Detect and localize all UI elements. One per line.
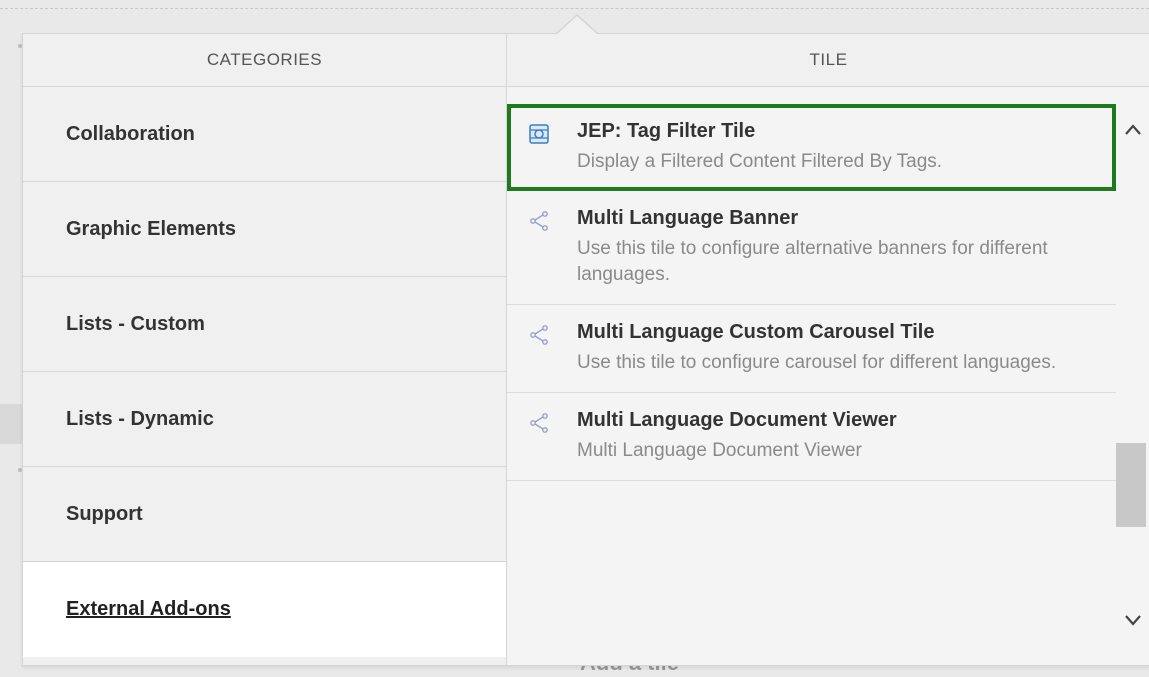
tile-header: TILE [507, 34, 1149, 87]
category-graphic-elements[interactable]: Graphic Elements [23, 182, 506, 277]
tile-item-multi-language-custom-carousel[interactable]: Multi Language Custom Carousel Tile Use … [507, 305, 1116, 393]
category-support[interactable]: Support [23, 467, 506, 562]
category-list: Collaboration Graphic Elements Lists - C… [23, 87, 507, 665]
dashed-guide [0, 8, 1149, 9]
tag-filter-icon [529, 124, 549, 144]
background-panel-edge [0, 404, 22, 444]
category-lists-dynamic[interactable]: Lists - Dynamic [23, 372, 506, 467]
tile-title: Multi Language Document Viewer [577, 409, 897, 431]
tile-list: JEP: Tag Filter Tile Display a Filtered … [507, 104, 1116, 481]
tile-list-panel: JEP: Tag Filter Tile Display a Filtered … [507, 87, 1149, 665]
share-icon [530, 325, 548, 345]
tile-title: Multi Language Custom Carousel Tile [577, 321, 935, 343]
chevron-up-icon[interactable] [1122, 119, 1144, 141]
popover-caret-inner [557, 16, 597, 34]
tile-description: Use this tile to configure carousel for … [577, 352, 1057, 373]
tile-title: Multi Language Banner [577, 207, 799, 229]
category-external-add-ons[interactable]: External Add-ons [23, 562, 506, 657]
tile-description: Display a Filtered Content Filtered By T… [577, 151, 943, 172]
share-icon [530, 211, 548, 231]
tile-item-jep-tag-filter[interactable]: JEP: Tag Filter Tile Display a Filtered … [507, 104, 1116, 191]
tile-scrollbar[interactable] [1116, 87, 1149, 665]
tile-item-multi-language-banner[interactable]: Multi Language Banner Use this tile to c… [507, 191, 1116, 305]
category-collaboration[interactable]: Collaboration [23, 87, 506, 182]
tile-description: Use this tile to configure alternative b… [577, 238, 1048, 285]
tile-title: JEP: Tag Filter Tile [577, 120, 756, 142]
category-lists-custom[interactable]: Lists - Custom [23, 277, 506, 372]
share-icon [530, 413, 548, 433]
categories-header: CATEGORIES [23, 34, 507, 87]
chevron-down-icon[interactable] [1122, 609, 1144, 631]
add-tile-popover: CATEGORIES TILE Collaboration Graphic El… [22, 33, 1149, 666]
tile-description: Multi Language Document Viewer [577, 440, 862, 461]
scrollbar-thumb[interactable] [1116, 443, 1146, 527]
tile-item-multi-language-document-viewer[interactable]: Multi Language Document Viewer Multi Lan… [507, 393, 1116, 481]
